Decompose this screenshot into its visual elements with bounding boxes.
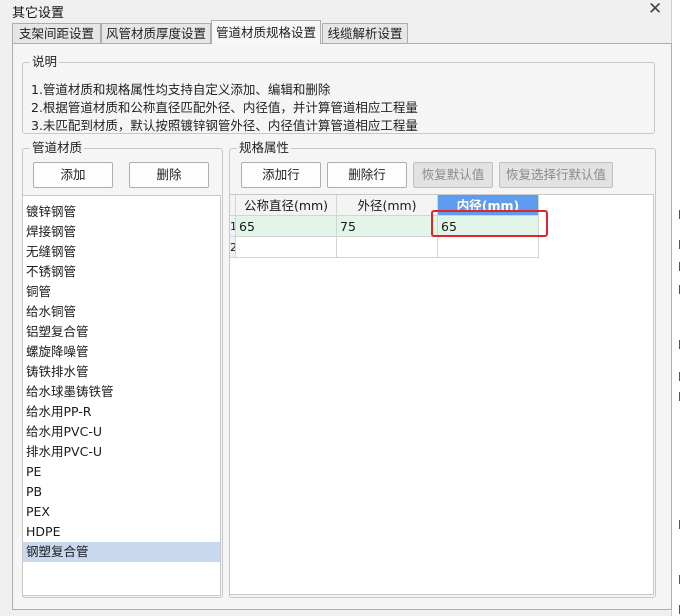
material-list[interactable]: 镀锌钢管 焊接钢管 无缝钢管 不锈钢管 铜管 给水铜管 铝塑复合管 螺旋降噪管 铸铁排水管 给水球… bbox=[22, 195, 221, 596]
material-list-item[interactable]: 铜管 bbox=[23, 282, 220, 302]
cell-inner-diameter[interactable] bbox=[438, 237, 539, 258]
material-list-item[interactable]: 给水用PP-R bbox=[23, 402, 220, 422]
description-group: 说明 1.管道材质和规格属性均支持自定义添加、编辑和删除 2.根据管道材质和公称… bbox=[22, 54, 655, 134]
delete-material-button[interactable]: 删除 bbox=[129, 162, 209, 188]
material-list-item[interactable]: 镀锌钢管 bbox=[23, 202, 220, 222]
material-list-item[interactable]: 螺旋降噪管 bbox=[23, 342, 220, 362]
add-row-button[interactable]: 添加行 bbox=[241, 162, 321, 188]
material-list-item[interactable]: 钢塑复合管 bbox=[23, 542, 220, 562]
material-list-item[interactable]: 给水铜管 bbox=[23, 302, 220, 322]
material-list-item[interactable]: HDPE bbox=[23, 522, 220, 542]
cell-outer-diameter[interactable] bbox=[337, 237, 438, 258]
description-line-1: 1.管道材质和规格属性均支持自定义添加、编辑和删除 bbox=[31, 82, 331, 97]
tab-pipe-material-spec[interactable]: 管道材质规格设置 bbox=[211, 20, 321, 44]
material-list-item[interactable]: 无缝钢管 bbox=[23, 242, 220, 262]
material-list-item[interactable]: 焊接钢管 bbox=[23, 222, 220, 242]
description-legend: 说明 bbox=[32, 54, 58, 69]
restore-selected-default-button[interactable]: 恢复选择行默认值 bbox=[499, 162, 613, 188]
delete-row-button[interactable]: 删除行 bbox=[327, 162, 407, 188]
material-list-item[interactable]: 排水用PVC-U bbox=[23, 442, 220, 462]
column-header-outer-diameter[interactable]: 外径(mm) bbox=[337, 195, 438, 216]
material-list-item[interactable]: 给水球墨铸铁管 bbox=[23, 382, 220, 402]
title-bar: 其它设置 ✕ bbox=[0, 0, 671, 22]
material-list-item[interactable]: PEX bbox=[23, 502, 220, 522]
material-list-item[interactable]: 铸铁排水管 bbox=[23, 362, 220, 382]
column-header-nominal-diameter[interactable]: 公称直径(mm) bbox=[236, 195, 337, 216]
description-line-2: 2.根据管道材质和公称直径匹配外径、内径值，并计算管道相应工程量 bbox=[31, 100, 418, 115]
spec-legend: 规格属性 bbox=[239, 140, 290, 155]
cell-nominal-diameter[interactable]: 65 bbox=[236, 216, 337, 237]
material-list-item[interactable]: PE bbox=[23, 462, 220, 482]
material-list-item[interactable]: 铝塑复合管 bbox=[23, 322, 220, 342]
restore-default-button[interactable]: 恢复默认值 bbox=[413, 162, 493, 188]
description-line-3: 3.未匹配到材质，默认按照镀锌钢管外径、内径值计算管道相应工程量 bbox=[31, 118, 418, 133]
tab-cable-parsing[interactable]: 线缆解析设置 bbox=[322, 23, 408, 43]
material-list-item[interactable]: 不锈钢管 bbox=[23, 262, 220, 282]
background-window-strip bbox=[671, 0, 683, 616]
material-legend: 管道材质 bbox=[32, 140, 83, 155]
material-list-item[interactable]: PB bbox=[23, 482, 220, 502]
close-icon[interactable]: ✕ bbox=[648, 0, 662, 19]
row-number: 1 bbox=[230, 220, 235, 233]
tab-duct-thickness[interactable]: 风管材质厚度设置 bbox=[101, 23, 211, 43]
cell-nominal-diameter[interactable] bbox=[236, 237, 337, 258]
cell-outer-diameter[interactable]: 75 bbox=[337, 216, 438, 237]
window-title: 其它设置 bbox=[12, 6, 65, 21]
highlight-box bbox=[431, 210, 548, 237]
row-number: 2 bbox=[230, 241, 235, 254]
add-material-button[interactable]: 添加 bbox=[33, 162, 113, 188]
tab-support-spacing[interactable]: 支架间距设置 bbox=[12, 23, 101, 43]
material-list-item[interactable]: 给水用PVC-U bbox=[23, 422, 220, 442]
